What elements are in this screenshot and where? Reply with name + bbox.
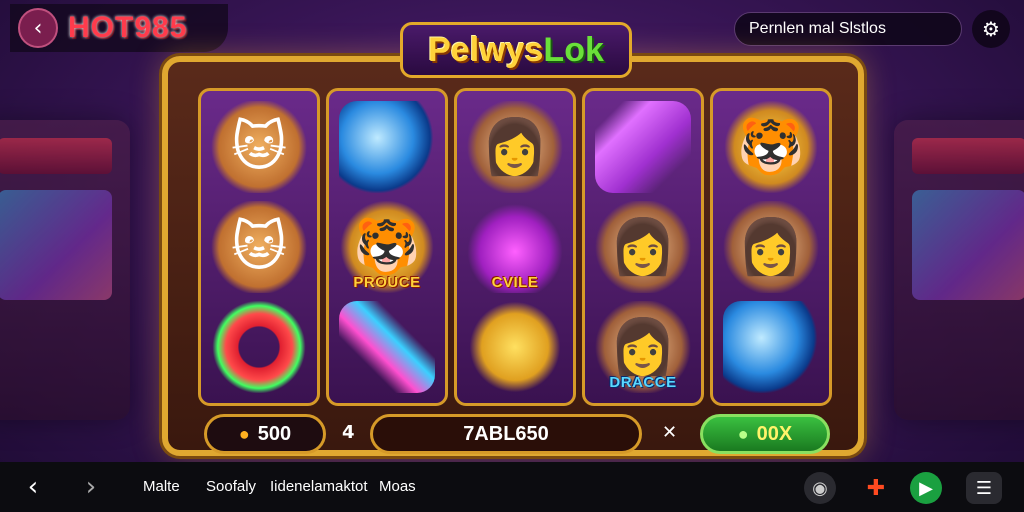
nav-back-icon[interactable]: ‹ — [18, 472, 48, 502]
symbol-label: CVILE — [491, 274, 539, 291]
win-value: 00X — [756, 422, 793, 445]
cat-cowboy-icon: 🐱 — [211, 101, 307, 193]
nav-forward-icon[interactable]: › — [76, 472, 106, 502]
gear-icon: ⚙ — [982, 17, 1000, 41]
nav-link-1[interactable]: Malte — [143, 478, 180, 495]
game-title-accent: Lok — [543, 30, 604, 69]
chevron-left-icon: ‹ — [33, 15, 43, 41]
blue-orb-icon — [339, 101, 435, 193]
golden-tiger-icon: 🐯 — [723, 101, 819, 193]
location-pin-icon[interactable]: ◉ — [804, 472, 836, 504]
potion-icon: CVILE — [467, 201, 563, 293]
reel-column: 👩 CVILE — [454, 88, 576, 406]
symbol-glyph: 👩 — [481, 115, 549, 178]
symbol-glyph: 👩 — [609, 315, 677, 378]
cowgirl-icon: 👩 — [723, 201, 819, 293]
bone-cross-icon — [339, 301, 435, 393]
reel-column: 🐯 PROUCE — [326, 88, 448, 406]
cat-cowboy-icon: 🐱 — [211, 201, 307, 293]
symbol-label: DRACCE — [609, 374, 677, 391]
symbol-glyph: 🐯 — [737, 115, 805, 178]
game-title: Pelwys Lok — [400, 22, 632, 78]
gold-treasure-icon — [467, 301, 563, 393]
woman-portrait-icon: 👩 — [595, 201, 691, 293]
nav-link-2[interactable]: Soofaly — [206, 478, 256, 495]
tiger-cat-icon: 🐯 PROUCE — [339, 201, 435, 293]
symbol-glyph: 👩 — [737, 215, 805, 278]
brand-logo: HOT985 — [68, 11, 188, 44]
nav-link-4[interactable]: Moas — [379, 478, 416, 495]
reel-grid: 🐱 🐱 🐯 PROUCE 👩 CVILE 👩 👩 DRACCE 🐯 👩 — [198, 88, 832, 406]
reel-column: 🐯 👩 — [710, 88, 832, 406]
symbol-label: PROUCE — [353, 274, 421, 291]
search-field[interactable]: Pernlen mal Slstlos — [734, 12, 962, 46]
symbol-glyph: 🐱 — [230, 215, 288, 278]
arcade-machine-right — [894, 120, 1024, 420]
coin-icon: ● — [238, 423, 250, 444]
symbol-glyph: 🐯 — [353, 215, 421, 278]
catwoman-icon: 👩 DRACCE — [595, 301, 691, 393]
bet-value: 7ABL650 — [463, 422, 549, 445]
cowgirl-icon: 👩 — [467, 101, 563, 193]
balance-value: 500 — [257, 422, 292, 445]
reel-column: 🐱 🐱 — [198, 88, 320, 406]
tool-icon[interactable]: ✚ — [860, 472, 892, 504]
red-ring-icon — [211, 301, 307, 393]
play-icon[interactable]: ▶ — [910, 472, 942, 504]
header-bar: ‹ HOT985 — [10, 4, 228, 52]
menu-icon[interactable]: ☰ — [966, 472, 1002, 504]
purple-cube-icon — [595, 101, 691, 193]
search-text: Pernlen mal Slstlos — [749, 20, 886, 37]
chip-icon: ● — [737, 423, 749, 444]
back-button[interactable]: ‹ — [18, 8, 58, 48]
nav-link-3[interactable]: Iidenelamaktot — [270, 478, 368, 495]
bet-display: 7ABL650 — [370, 414, 642, 454]
spin-button[interactable]: ● 00X — [700, 414, 830, 454]
bet-increase-button[interactable]: ✕ — [662, 422, 677, 443]
balance-display: ● 500 — [204, 414, 326, 454]
game-title-main: Pelwys — [428, 30, 544, 69]
settings-button[interactable]: ⚙ — [972, 10, 1010, 48]
bottom-nav-bar: ‹ › Malte Soofaly Iidenelamaktot Moas ◉ … — [0, 462, 1024, 512]
arcade-machine-left — [0, 120, 130, 420]
blue-orb-icon — [723, 301, 819, 393]
symbol-glyph: 🐱 — [230, 115, 288, 178]
bet-decrease-button[interactable]: 4 — [342, 422, 355, 443]
reel-column: 👩 👩 DRACCE — [582, 88, 704, 406]
symbol-glyph: 👩 — [609, 215, 677, 278]
